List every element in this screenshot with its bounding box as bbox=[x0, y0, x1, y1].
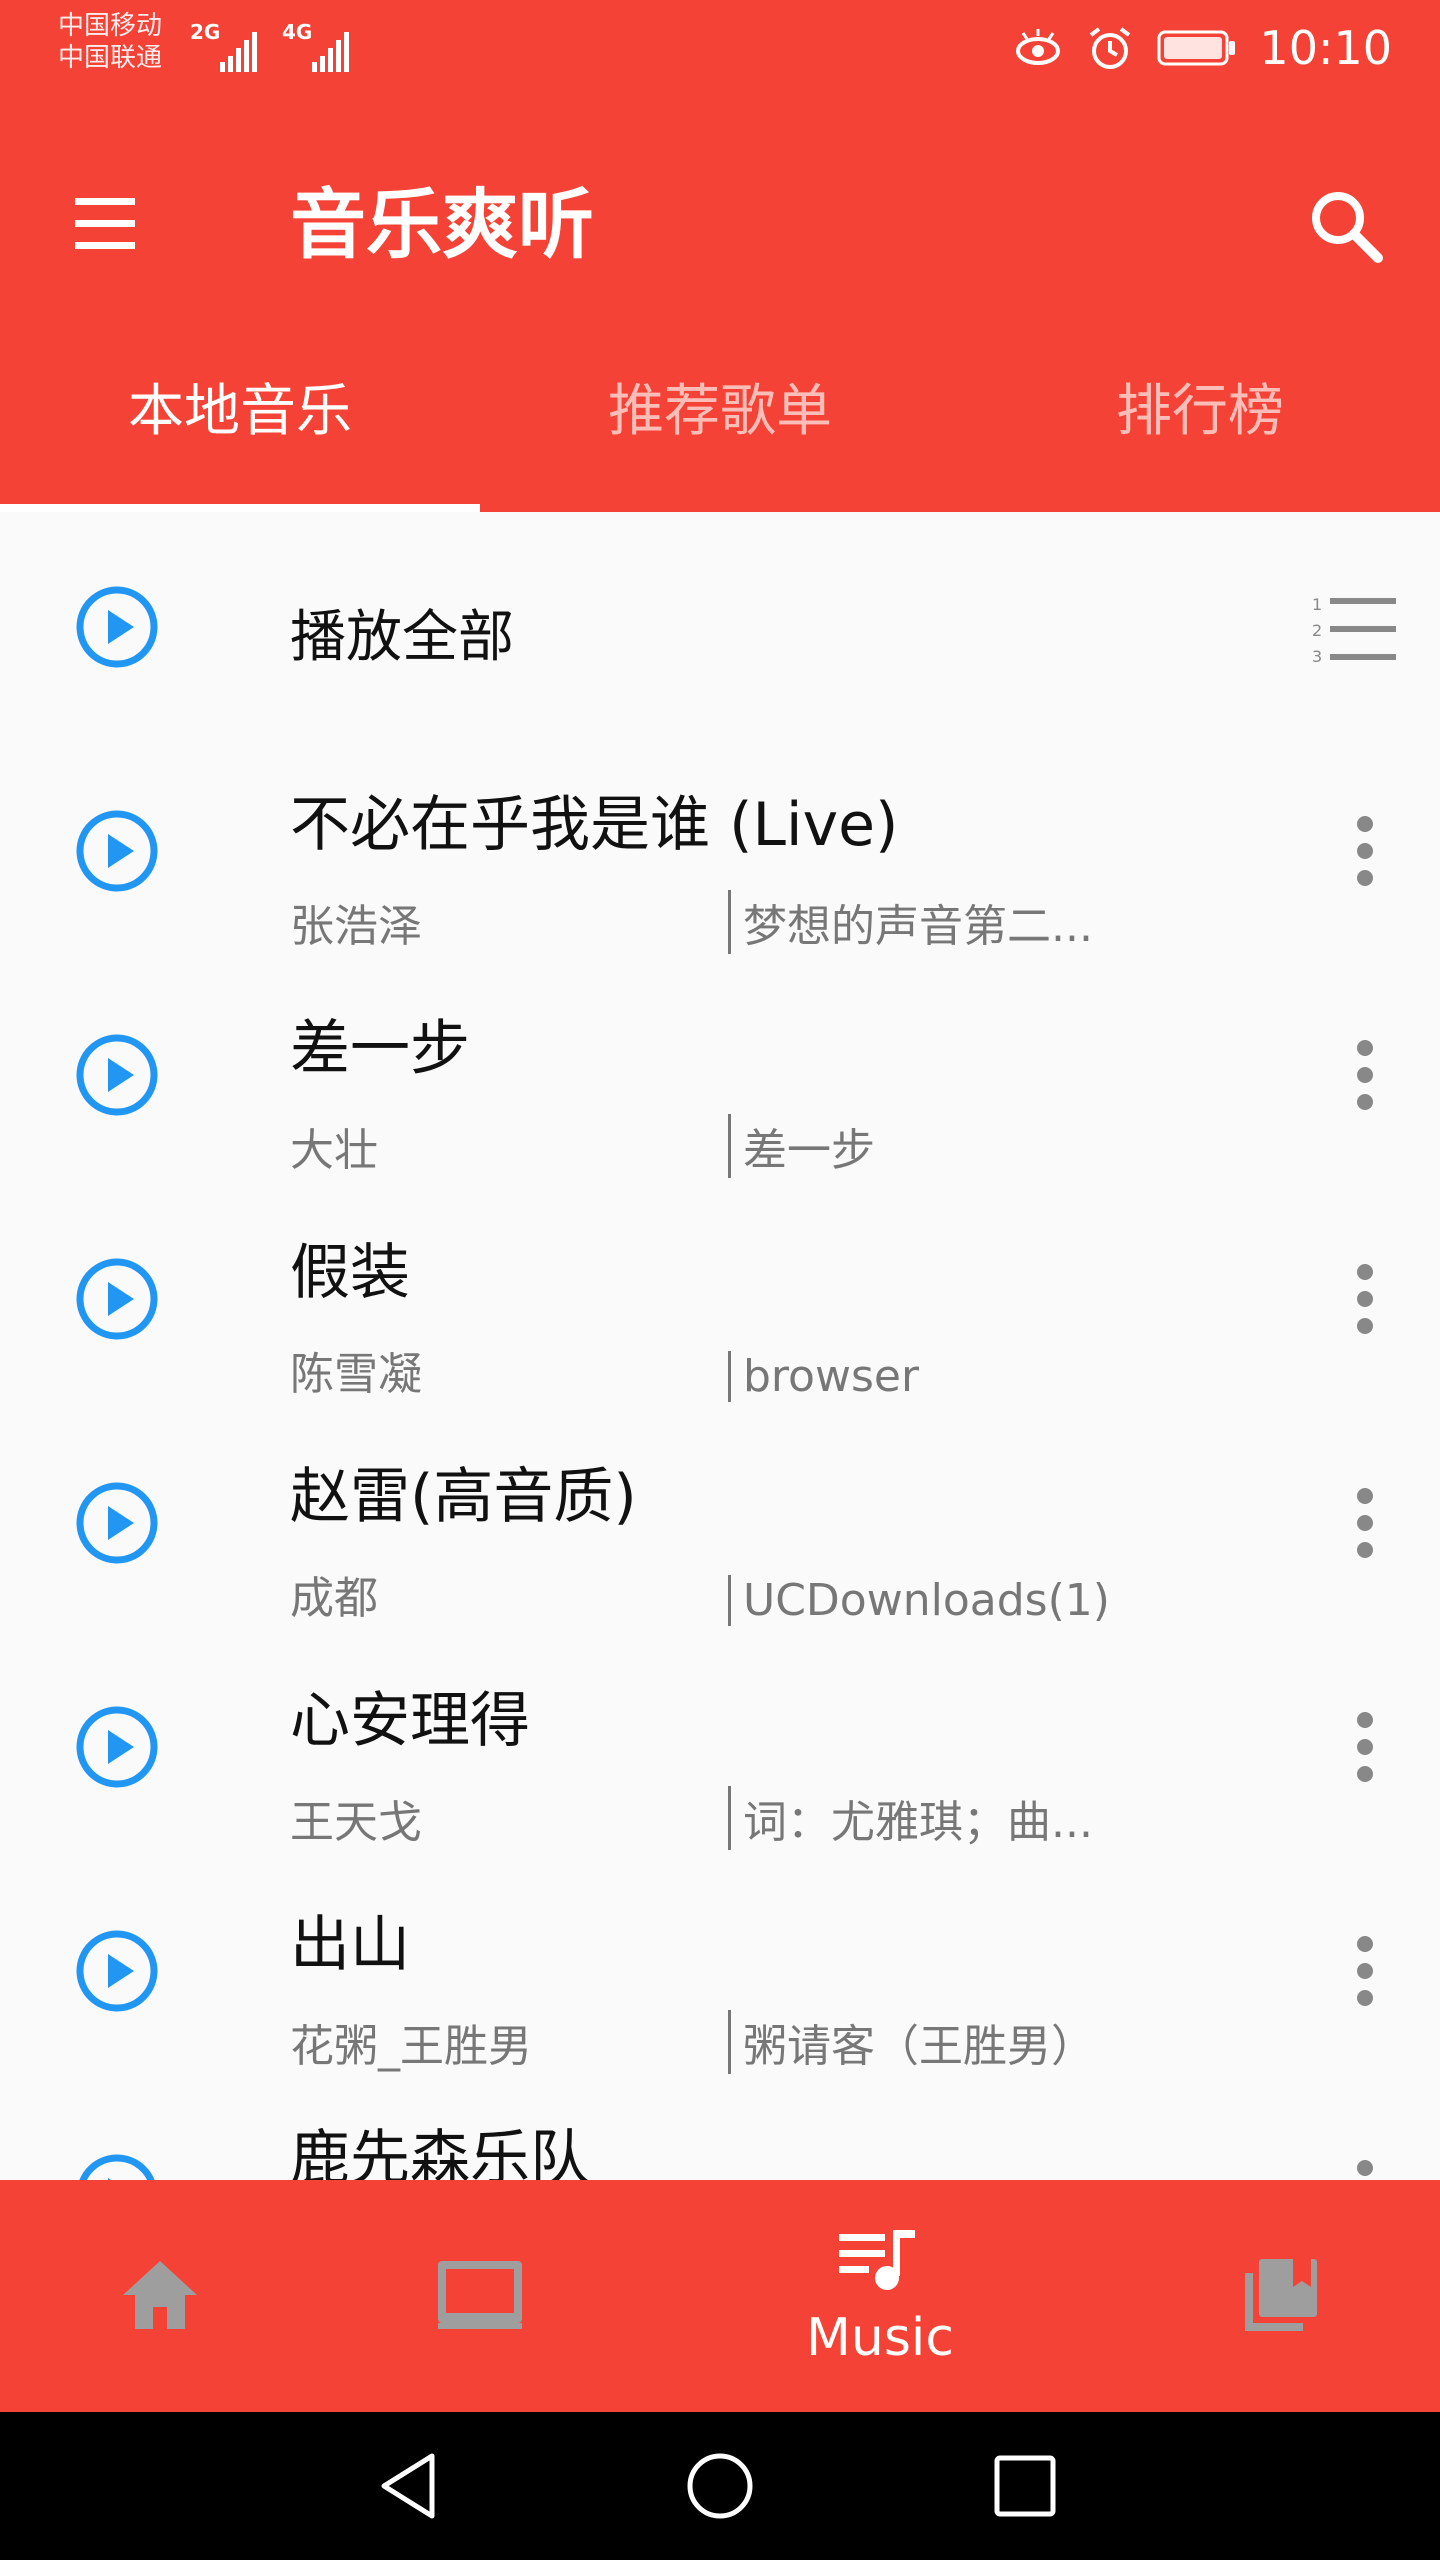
tv-icon bbox=[438, 2261, 522, 2329]
clock: 10:10 bbox=[1259, 21, 1392, 75]
status-bar: 中国移动 中国联通 2G 4G 10:10 bbox=[0, 0, 1440, 100]
back-icon[interactable] bbox=[370, 2446, 450, 2526]
play-circle-icon[interactable] bbox=[72, 1702, 162, 1792]
library-icon bbox=[1245, 2259, 1317, 2331]
nav-library[interactable] bbox=[1120, 2180, 1440, 2412]
song-row[interactable]: 赵雷(高音质) 成都 UCDownloads(1) bbox=[0, 1408, 1440, 1634]
carrier-info: 中国移动 中国联通 bbox=[58, 10, 162, 74]
eye-icon bbox=[1016, 29, 1061, 65]
song-artist: 张浩泽 bbox=[290, 901, 422, 952]
song-artist: 成都 bbox=[290, 1573, 378, 1624]
play-circle-icon[interactable] bbox=[72, 1254, 162, 1344]
song-title: 心安理得 bbox=[290, 1686, 530, 1756]
svg-text:1: 1 bbox=[1312, 595, 1322, 614]
carrier-1: 中国移动 bbox=[58, 11, 163, 41]
search-icon[interactable] bbox=[1290, 170, 1400, 280]
song-album: 词：尤雅琪；曲... bbox=[728, 1786, 1093, 1850]
tab-local-music[interactable]: 本地音乐 bbox=[0, 330, 480, 512]
play-all-label: 播放全部 bbox=[290, 605, 514, 670]
song-title: 出山 bbox=[290, 1910, 410, 1980]
song-album: 差一步 bbox=[728, 1114, 875, 1178]
menu-icon[interactable] bbox=[60, 170, 170, 280]
nav-music-label: Music bbox=[806, 2308, 954, 2368]
recents-icon[interactable] bbox=[985, 2446, 1065, 2526]
play-circle-icon[interactable] bbox=[72, 582, 162, 672]
tab-recommended-playlists[interactable]: 推荐歌单 bbox=[480, 330, 960, 512]
more-vert-icon[interactable] bbox=[1330, 2150, 1400, 2180]
song-artist: 大壮 bbox=[290, 1125, 378, 1176]
tab-bar: 本地音乐 推荐歌单 排行榜 bbox=[0, 330, 1440, 512]
play-circle-icon[interactable] bbox=[72, 1926, 162, 2016]
bottom-navigation: Music bbox=[0, 2180, 1440, 2412]
song-title: 差一步 bbox=[290, 1014, 470, 1084]
play-circle-icon[interactable] bbox=[72, 1478, 162, 1568]
app-title: 音乐爽听 bbox=[290, 180, 594, 269]
battery-icon bbox=[1157, 30, 1236, 66]
system-nav-bar bbox=[0, 2412, 1440, 2560]
status-right: 10:10 bbox=[1013, 18, 1392, 78]
tab-charts[interactable]: 排行榜 bbox=[960, 330, 1440, 512]
tab-indicator bbox=[0, 504, 480, 512]
song-list: 播放全部 1 2 3 不必在乎我是谁 (Live) 张浩泽 梦想的声音第二...… bbox=[0, 512, 1440, 2180]
svg-text:2: 2 bbox=[1312, 621, 1322, 640]
song-artist: 陈雪凝 bbox=[290, 1349, 422, 1400]
more-vert-icon[interactable] bbox=[1330, 1926, 1400, 2016]
more-vert-icon[interactable] bbox=[1330, 806, 1400, 896]
signal-icon bbox=[312, 32, 349, 72]
home-circle-icon[interactable] bbox=[680, 2446, 760, 2526]
song-row[interactable]: 鹿先森乐队 bbox=[0, 2080, 1440, 2180]
nav-music[interactable]: Music bbox=[720, 2180, 1040, 2412]
song-title: 鹿先森乐队 bbox=[290, 2124, 590, 2180]
top-header: 中国移动 中国联通 2G 4G 10:10 音乐爽听 本地音乐 推荐歌单 排行榜 bbox=[0, 0, 1440, 512]
play-circle-icon[interactable] bbox=[72, 806, 162, 896]
signal-icon bbox=[220, 32, 257, 72]
home-icon bbox=[123, 2261, 197, 2329]
song-title: 不必在乎我是谁 (Live) bbox=[290, 790, 899, 860]
more-vert-icon[interactable] bbox=[1330, 1478, 1400, 1568]
song-album: browser bbox=[728, 1351, 919, 1402]
nav-home[interactable] bbox=[0, 2180, 320, 2412]
net-label-1: 2G bbox=[190, 20, 221, 44]
more-vert-icon[interactable] bbox=[1330, 1254, 1400, 1344]
nav-tv[interactable] bbox=[320, 2180, 640, 2412]
signal-4g: 4G bbox=[282, 20, 352, 72]
song-row[interactable]: 不必在乎我是谁 (Live) 张浩泽 梦想的声音第二... bbox=[0, 736, 1440, 962]
song-title: 假装 bbox=[290, 1238, 410, 1308]
carrier-2: 中国联通 bbox=[58, 43, 163, 73]
svg-text:3: 3 bbox=[1312, 647, 1322, 666]
play-all-row[interactable]: 播放全部 1 2 3 bbox=[0, 512, 1440, 738]
network-info: 2G 4G bbox=[190, 20, 352, 72]
app-bar: 音乐爽听 bbox=[0, 120, 1440, 300]
song-row[interactable]: 心安理得 王天戈 词：尤雅琪；曲... bbox=[0, 1632, 1440, 1858]
song-title: 赵雷(高音质) bbox=[290, 1462, 637, 1532]
net-label-2: 4G bbox=[282, 20, 313, 44]
song-album: UCDownloads(1) bbox=[728, 1575, 1110, 1626]
song-artist: 王天戈 bbox=[290, 1797, 422, 1848]
music-queue-icon bbox=[839, 2230, 915, 2290]
more-vert-icon[interactable] bbox=[1330, 1030, 1400, 1120]
song-album: 粥请客（王胜男） bbox=[728, 2010, 1095, 2074]
song-row[interactable]: 假装 陈雪凝 browser bbox=[0, 1184, 1440, 1410]
song-row[interactable]: 出山 花粥_王胜男 粥请客（王胜男） bbox=[0, 1856, 1440, 2082]
play-circle-icon[interactable] bbox=[72, 2150, 162, 2180]
signal-2g: 2G bbox=[190, 20, 260, 72]
alarm-icon bbox=[1090, 27, 1131, 69]
more-vert-icon[interactable] bbox=[1330, 1702, 1400, 1792]
song-artist: 花粥_王胜男 bbox=[290, 2021, 532, 2072]
numbered-list-icon[interactable]: 1 2 3 bbox=[1310, 592, 1400, 672]
song-album: 梦想的声音第二... bbox=[728, 890, 1093, 954]
song-row[interactable]: 差一步 大壮 差一步 bbox=[0, 960, 1440, 1186]
play-circle-icon[interactable] bbox=[72, 1030, 162, 1120]
